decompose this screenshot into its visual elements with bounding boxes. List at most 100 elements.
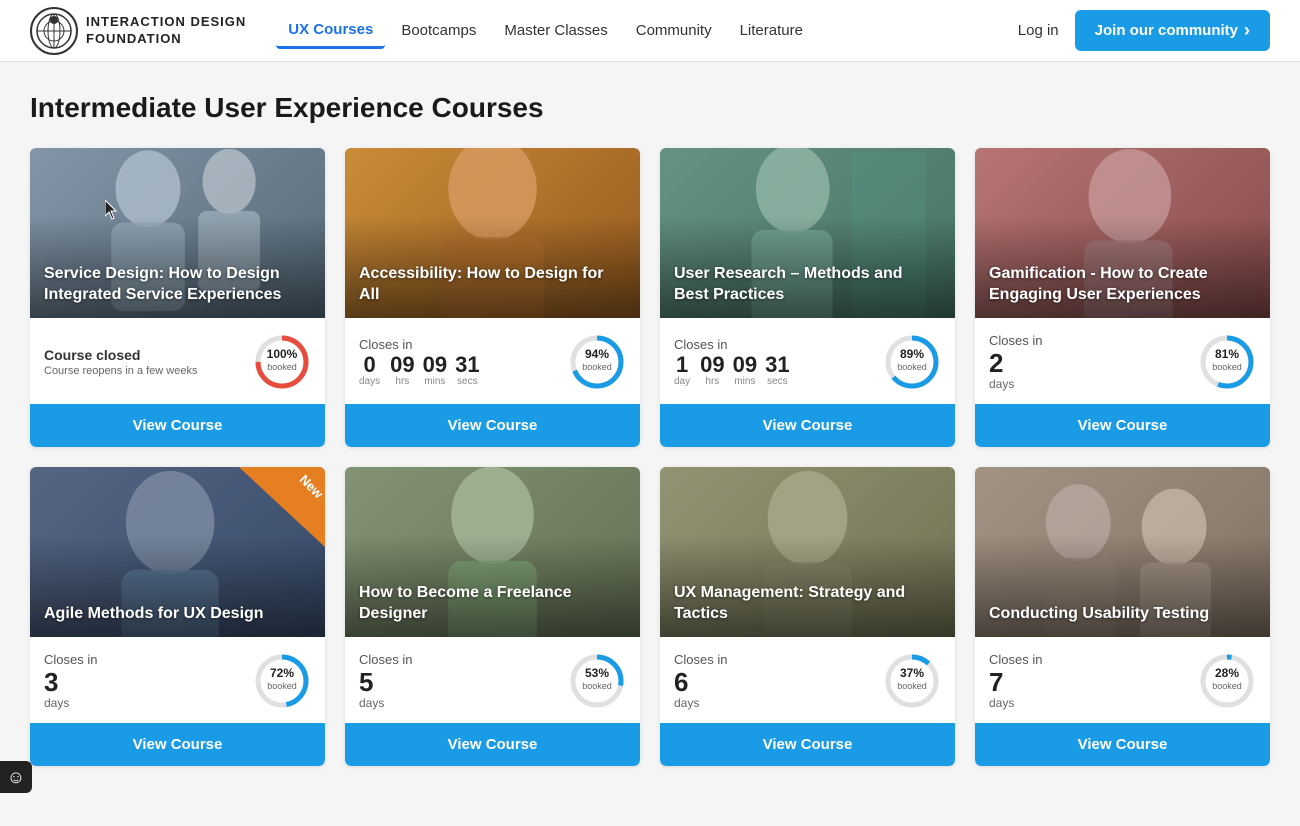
nav-master-classes[interactable]: Master Classes (492, 14, 619, 47)
closes-label: Closes in (674, 652, 727, 667)
nav-bootcamps[interactable]: Bootcamps (389, 14, 488, 47)
booked-progress: 89% booked (883, 333, 941, 391)
days-value: 2 (989, 348, 1003, 378)
svg-text:booked: booked (1212, 362, 1242, 372)
mins-unit: mins (424, 376, 445, 387)
status-days: Closes in 6 days (674, 652, 727, 710)
days-unit: days (359, 696, 384, 710)
card-title: UX Management: Strategy and Tactics (660, 571, 955, 637)
nav-community[interactable]: Community (624, 14, 724, 47)
card-bottom: Closes in 7 days 28% booked (975, 637, 1270, 711)
card-image-service-design: Service Design: How to Design Integrated… (30, 148, 325, 318)
hrs-unit: hrs (395, 376, 409, 387)
svg-text:28%: 28% (1215, 666, 1239, 680)
view-course-button-agile-methods[interactable]: View Course (30, 723, 325, 766)
status-days: Closes in 7 days (989, 652, 1042, 710)
view-course-button-service-design[interactable]: View Course (30, 404, 325, 447)
days-value: 7 (989, 667, 1003, 697)
reopens-label: Course reopens in a few weeks (44, 365, 197, 377)
nav-ux-courses[interactable]: UX Courses (276, 13, 385, 49)
course-card-user-research: User Research – Methods and Best Practic… (660, 148, 955, 447)
logo[interactable]: INTERACTION DESIGN FOUNDATION (30, 7, 246, 55)
days-unit: days (359, 376, 380, 387)
secs-unit: secs (767, 376, 788, 387)
days-unit: days (674, 696, 699, 710)
days-unit: days (989, 377, 1014, 391)
card-status: Closes in 0 days 09 hrs 09 mins (359, 332, 626, 392)
logo-circle (30, 7, 78, 55)
nav-right: Log in Join our community › (1018, 10, 1270, 51)
chevron-right-icon: › (1244, 20, 1250, 41)
view-course-button-gamification[interactable]: View Course (975, 404, 1270, 447)
course-card-freelance-designer: How to Become a Freelance Designer Close… (345, 467, 640, 766)
card-bottom: Closes in 2 days 81% booked (975, 318, 1270, 392)
closed-label: Course closed (44, 347, 140, 363)
booked-progress: 94% booked (568, 333, 626, 391)
days-value: 6 (674, 667, 688, 697)
days-value: 3 (44, 667, 58, 697)
nav-literature[interactable]: Literature (728, 14, 815, 47)
status-days: Closes in 2 days (989, 333, 1042, 391)
status-countdown: Closes in 0 days 09 hrs 09 mins (359, 337, 480, 387)
view-course-button-accessibility[interactable]: View Course (345, 404, 640, 447)
booked-progress: 53% booked (568, 652, 626, 710)
card-title: How to Become a Freelance Designer (345, 571, 640, 637)
days-value: 0 (363, 354, 375, 376)
view-course-button-user-research[interactable]: View Course (660, 404, 955, 447)
svg-text:81%: 81% (1215, 347, 1239, 361)
card-title: User Research – Methods and Best Practic… (660, 252, 955, 318)
card-image-user-research: User Research – Methods and Best Practic… (660, 148, 955, 318)
booked-progress: 37% booked (883, 652, 941, 710)
card-bottom: Closes in 1 day 09 hrs 09 mins (660, 318, 955, 392)
logo-text: INTERACTION DESIGN FOUNDATION (86, 14, 246, 48)
course-card-agile-methods: New Agile Methods for UX Design Closes i… (30, 467, 325, 766)
card-status: Closes in 6 days 37% booked (674, 651, 941, 711)
mins-value: 09 (423, 354, 447, 376)
card-image-accessibility: Accessibility: How to Design for All (345, 148, 640, 318)
accessibility-icon: ☺ (7, 767, 25, 788)
card-title: Conducting Usability Testing (975, 592, 1223, 637)
card-bottom: Course closed Course reopens in a few we… (30, 318, 325, 392)
hrs-value: 09 (700, 354, 724, 376)
course-grid-row1: Service Design: How to Design Integrated… (30, 148, 1270, 447)
login-link[interactable]: Log in (1018, 22, 1059, 39)
closes-label: Closes in (44, 652, 97, 667)
card-bottom: Closes in 6 days 37% booked (660, 637, 955, 711)
secs-value: 31 (455, 354, 479, 376)
booked-progress: 81% booked (1198, 333, 1256, 391)
course-card-ux-management: UX Management: Strategy and Tactics Clos… (660, 467, 955, 766)
view-course-button-ux-management[interactable]: View Course (660, 723, 955, 766)
view-course-button-usability-testing[interactable]: View Course (975, 723, 1270, 766)
svg-text:booked: booked (582, 681, 612, 691)
svg-text:94%: 94% (585, 347, 609, 361)
svg-text:booked: booked (897, 362, 927, 372)
svg-text:37%: 37% (900, 666, 924, 680)
card-status: Closes in 3 days 72% booked (44, 651, 311, 711)
card-bottom: Closes in 0 days 09 hrs 09 mins (345, 318, 640, 392)
days-unit: days (44, 696, 69, 710)
main-content: Intermediate User Experience Courses Ser… (0, 62, 1300, 826)
closes-label: Closes in (359, 337, 412, 352)
svg-text:booked: booked (897, 681, 927, 691)
days-value: 1 (676, 354, 688, 376)
card-status: Closes in 7 days 28% booked (989, 651, 1256, 711)
card-status: Closes in 1 day 09 hrs 09 mins (674, 332, 941, 392)
accessibility-button[interactable]: ☺ (0, 761, 32, 793)
navbar: INTERACTION DESIGN FOUNDATION UX Courses… (0, 0, 1300, 62)
join-button[interactable]: Join our community › (1075, 10, 1270, 51)
booked-progress: 100% booked (253, 333, 311, 391)
days-value: 5 (359, 667, 373, 697)
closes-label: Closes in (989, 652, 1042, 667)
days-unit: day (674, 376, 690, 387)
booked-progress: 72% booked (253, 652, 311, 710)
card-image-usability-testing: Conducting Usability Testing (975, 467, 1270, 637)
card-title: Agile Methods for UX Design (30, 592, 278, 637)
view-course-button-freelance-designer[interactable]: View Course (345, 723, 640, 766)
svg-text:53%: 53% (585, 666, 609, 680)
nav-links: UX Courses Bootcamps Master Classes Comm… (276, 13, 1017, 49)
svg-text:booked: booked (1212, 681, 1242, 691)
mins-value: 09 (733, 354, 757, 376)
svg-text:booked: booked (582, 362, 612, 372)
card-image-gamification: Gamification - How to Create Engaging Us… (975, 148, 1270, 318)
course-card-gamification: Gamification - How to Create Engaging Us… (975, 148, 1270, 447)
